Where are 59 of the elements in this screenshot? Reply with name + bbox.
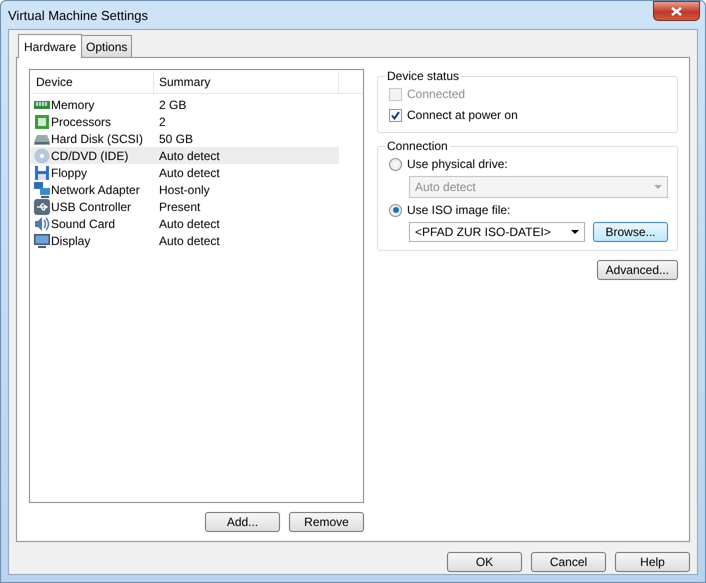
device-name: Memory — [51, 98, 94, 112]
floppy-icon — [34, 164, 50, 180]
iso-path-combo[interactable]: <PFAD ZUR ISO-DATEI> — [409, 222, 585, 242]
device-summary: 2 — [158, 114, 166, 128]
device-name: Display — [51, 234, 90, 248]
device-summary: Host-only — [158, 182, 210, 196]
close-icon — [671, 6, 682, 16]
disc-icon — [34, 148, 50, 164]
device-summary: 50 GB — [158, 132, 194, 146]
list-button[interactable]: Add... — [205, 512, 280, 532]
radio-label: Use physical drive: — [407, 157, 508, 171]
device-row[interactable]: Memory 2 GB — [31, 96, 339, 113]
network-icon — [34, 182, 50, 198]
dropdown-arrow-icon — [571, 230, 579, 234]
column-header[interactable]: Summary — [154, 71, 339, 93]
device-row[interactable]: CD/DVD (IDE) Auto detect — [31, 147, 339, 164]
dropdown-arrow-icon — [654, 185, 662, 189]
group-title: Connection — [386, 139, 449, 153]
device-name: Hard Disk (SCSI) — [51, 132, 144, 146]
device-row[interactable]: Sound Card Auto detect — [31, 215, 339, 232]
speaker-icon — [34, 216, 50, 232]
window-title: Virtual Machine Settings — [8, 8, 149, 22]
group-title: Device status — [386, 69, 460, 83]
checkbox-label: Connect at power on — [407, 108, 518, 122]
monitor-icon — [34, 232, 50, 248]
device-row[interactable]: Network Adapter Host-only — [31, 181, 339, 198]
browse-button[interactable]: Browse... — [593, 222, 668, 242]
radio-label: Use ISO image file: — [407, 203, 510, 217]
device-summary: 2 GB — [158, 98, 186, 112]
device-row[interactable]: Processors 2 — [31, 113, 339, 130]
device-name: Floppy — [51, 166, 88, 180]
advanced-button[interactable]: Advanced... — [596, 260, 678, 280]
device-row[interactable]: USB Controller Present — [31, 198, 339, 215]
checkbox[interactable] — [389, 108, 402, 122]
device-name: Network Adapter — [51, 182, 140, 196]
device-summary: Auto detect — [158, 216, 220, 230]
tab[interactable]: Hardware — [18, 34, 82, 58]
close-button[interactable] — [653, 1, 700, 21]
device-row[interactable]: Display Auto detect — [31, 232, 339, 249]
device-name: Sound Card — [51, 216, 116, 230]
usb-icon — [34, 198, 50, 214]
column-header[interactable]: Device — [31, 71, 154, 93]
dialog-button[interactable]: OK — [447, 552, 522, 572]
tab[interactable]: Options — [81, 35, 132, 57]
device-summary: Auto detect — [158, 148, 220, 162]
device-row[interactable]: Floppy Auto detect — [31, 164, 339, 181]
device-name: USB Controller — [51, 200, 132, 214]
device-name: Processors — [51, 114, 112, 128]
dialog-button[interactable]: Cancel — [531, 552, 606, 572]
device-summary: Present — [158, 200, 200, 214]
device-summary: Auto detect — [158, 166, 220, 180]
device-row[interactable]: Hard Disk (SCSI) 50 GB — [31, 130, 339, 147]
checkbox-label: Connected — [407, 87, 466, 101]
chip-icon — [34, 114, 50, 130]
list-button[interactable]: Remove — [289, 512, 364, 532]
device-summary: Auto detect — [158, 234, 220, 248]
device-name: CD/DVD (IDE) — [51, 148, 128, 162]
dialog-button[interactable]: Help — [615, 552, 690, 572]
radio-button[interactable] — [389, 204, 402, 216]
